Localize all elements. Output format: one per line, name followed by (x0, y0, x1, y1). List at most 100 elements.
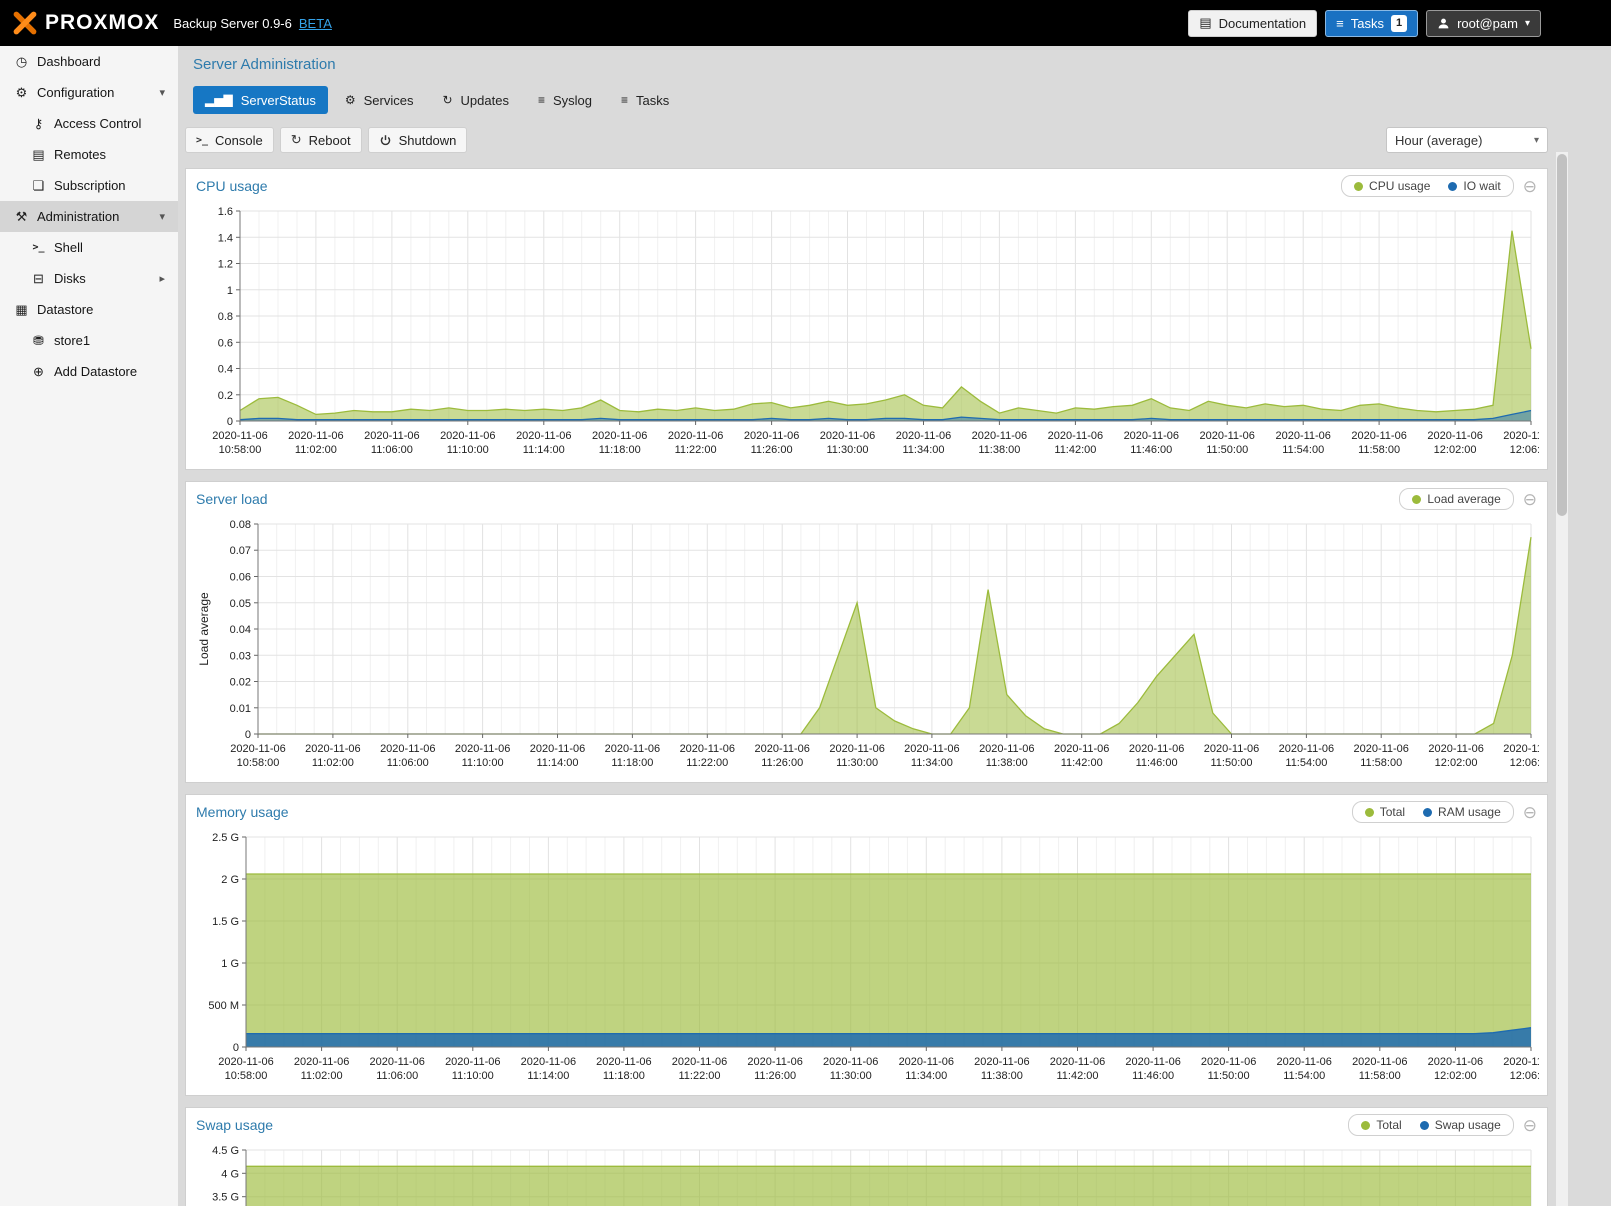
svg-text:11:50:00: 11:50:00 (1210, 757, 1252, 769)
time-range-select[interactable]: Hour (average) ▾ (1386, 127, 1548, 153)
panel-title: Server load (196, 491, 268, 507)
hard-disk-icon: ⊟ (29, 271, 48, 287)
collapse-panel-icon[interactable]: ⊖ (1523, 1117, 1537, 1134)
terminal-icon: >_ (196, 135, 208, 146)
toolbar: >_ Console ↻ Reboot Shutdown Hour (avera… (185, 124, 1548, 156)
svg-text:1.4: 1.4 (218, 232, 233, 244)
svg-text:2020-11-06: 2020-11-06 (1351, 430, 1406, 442)
legend-item-io-wait: IO wait (1448, 179, 1500, 193)
svg-text:11:42:00: 11:42:00 (1056, 1070, 1098, 1082)
documentation-button[interactable]: ▤ Documentation (1188, 10, 1317, 37)
svg-text:2020-11-06: 2020-11-06 (823, 1056, 878, 1068)
svg-text:11:58:00: 11:58:00 (1359, 1070, 1401, 1082)
beta-link[interactable]: BETA (299, 16, 332, 31)
console-button[interactable]: >_ Console (185, 127, 274, 153)
svg-text:0.4: 0.4 (218, 364, 233, 376)
legend-item-total: Total (1361, 1118, 1401, 1132)
legend-dot-icon (1412, 495, 1421, 504)
legend-label: RAM usage (1438, 805, 1501, 819)
svg-text:2 G: 2 G (221, 874, 239, 886)
svg-text:2020-11-06: 2020-11-06 (1129, 743, 1184, 755)
svg-text:2020-11-06: 2020-11-06 (974, 1056, 1029, 1068)
caret-right-icon[interactable]: ▸ (159, 272, 165, 285)
svg-text:1.6: 1.6 (218, 206, 233, 218)
sidebar-item-label: Remotes (54, 147, 106, 162)
svg-text:2020-11-06: 2020-11-06 (1124, 430, 1179, 442)
chevron-down-icon: ▾ (1534, 135, 1539, 146)
svg-text:2020-11-06: 2020-11-06 (516, 430, 571, 442)
svg-text:1 G: 1 G (221, 958, 239, 970)
svg-text:11:22:00: 11:22:00 (686, 757, 728, 769)
panel-header: Server load Load average ⊖ (186, 482, 1547, 516)
svg-text:12:06:00: 12:06:00 (1510, 757, 1539, 769)
svg-text:11:58:00: 11:58:00 (1358, 444, 1400, 456)
sidebar-item-store1[interactable]: ⛃store1 (0, 325, 178, 356)
svg-text:11:18:00: 11:18:00 (599, 444, 641, 456)
svg-text:11:06:00: 11:06:00 (371, 444, 413, 456)
shutdown-button[interactable]: Shutdown (368, 127, 468, 153)
svg-text:11:30:00: 11:30:00 (830, 1070, 872, 1082)
tasks-button[interactable]: ≡ Tasks 1 (1325, 10, 1418, 37)
svg-text:2020-11-06: 2020-11-06 (820, 430, 875, 442)
collapse-panel-icon[interactable]: ⊖ (1523, 178, 1537, 195)
svg-text:2020-11-06: 2020-11-06 (1048, 430, 1103, 442)
svg-text:11:38:00: 11:38:00 (978, 444, 1020, 456)
ticket-icon: ❏ (29, 178, 48, 194)
sidebar-item-disks[interactable]: ⊟Disks▸ (0, 263, 178, 294)
sidebar-item-add-datastore[interactable]: ⊕ Add Datastore (0, 356, 178, 387)
key-icon: ⚷ (29, 116, 48, 132)
svg-text:2020-11-06: 2020-11-06 (754, 743, 809, 755)
archive-icon: ▦ (12, 302, 31, 318)
tab-services[interactable]: ⚙Services (333, 86, 426, 114)
svg-text:2020-11-06: 2020-11-06 (596, 1056, 651, 1068)
svg-text:11:46:00: 11:46:00 (1130, 444, 1172, 456)
page-title: Server Administration (178, 46, 1611, 73)
sidebar-item-label: Shell (54, 240, 83, 255)
scrollbar-thumb[interactable] (1557, 154, 1567, 516)
caret-down-icon[interactable]: ▾ (159, 210, 165, 223)
collapse-panel-icon[interactable]: ⊖ (1523, 491, 1537, 508)
svg-text:11:38:00: 11:38:00 (986, 757, 1028, 769)
sidebar-item-label: Add Datastore (54, 364, 137, 379)
svg-text:2020-11-06: 2020-11-06 (592, 430, 647, 442)
svg-text:2020-11-06: 2020-11-06 (1279, 743, 1334, 755)
legend-label: Total (1376, 1118, 1401, 1132)
vertical-scrollbar[interactable] (1556, 152, 1568, 1206)
sidebar-item-remotes[interactable]: ▤Remotes (0, 139, 178, 170)
svg-text:2020-11-06: 2020-11-06 (668, 430, 723, 442)
chevron-down-icon: ▾ (1525, 18, 1530, 29)
svg-text:2020-11-06: 2020-11-06 (972, 430, 1027, 442)
sidebar-item-shell[interactable]: >_Shell (0, 232, 178, 263)
tab-syslog[interactable]: ≡Syslog (526, 86, 604, 114)
svg-text:11:10:00: 11:10:00 (447, 444, 489, 456)
panel-title: Swap usage (196, 1117, 273, 1133)
svg-text:2020-11-06: 2020-11-06 (364, 430, 419, 442)
tab-tasks[interactable]: ≡Tasks (609, 86, 681, 114)
sidebar-item-access-control[interactable]: ⚷Access Control (0, 108, 178, 139)
svg-text:0: 0 (245, 729, 251, 741)
sidebar-item-datastore[interactable]: ▦Datastore (0, 294, 178, 325)
tab-serverstatus[interactable]: ▂▅▇ServerStatus (193, 86, 328, 114)
plus-circle-icon: ⊕ (29, 364, 48, 380)
database-icon: ⛃ (29, 333, 48, 349)
proxmox-x-icon (12, 10, 38, 36)
sidebar-item-configuration[interactable]: ⚙Configuration▾ (0, 77, 178, 108)
sidebar-item-dashboard[interactable]: ◷Dashboard (0, 46, 178, 77)
svg-text:2020-11-06: 2020-11-06 (744, 430, 799, 442)
reboot-button[interactable]: ↻ Reboot (280, 127, 362, 153)
svg-text:11:34:00: 11:34:00 (902, 444, 944, 456)
sidebar-item-label: Dashboard (37, 54, 101, 69)
svg-text:0.6: 0.6 (218, 337, 233, 349)
tab-bar: ▂▅▇ServerStatus⚙Services↻Updates≡Syslog≡… (193, 86, 1611, 114)
tab-updates[interactable]: ↻Updates (430, 86, 520, 114)
svg-text:2020-11-06: 2020-11-06 (369, 1056, 424, 1068)
svg-text:2.5 G: 2.5 G (212, 832, 239, 844)
collapse-panel-icon[interactable]: ⊖ (1523, 804, 1537, 821)
svg-text:12:02:00: 12:02:00 (1434, 444, 1477, 456)
caret-down-icon[interactable]: ▾ (159, 86, 165, 99)
svg-text:2020-11-06: 2020-11-06 (530, 743, 585, 755)
svg-text:2020-11-06: 2020-11-06 (1276, 1056, 1331, 1068)
user-menu-button[interactable]: root@pam ▾ (1426, 10, 1541, 37)
sidebar-item-administration[interactable]: ⚒Administration▾ (0, 201, 178, 232)
sidebar-item-subscription[interactable]: ❏Subscription (0, 170, 178, 201)
